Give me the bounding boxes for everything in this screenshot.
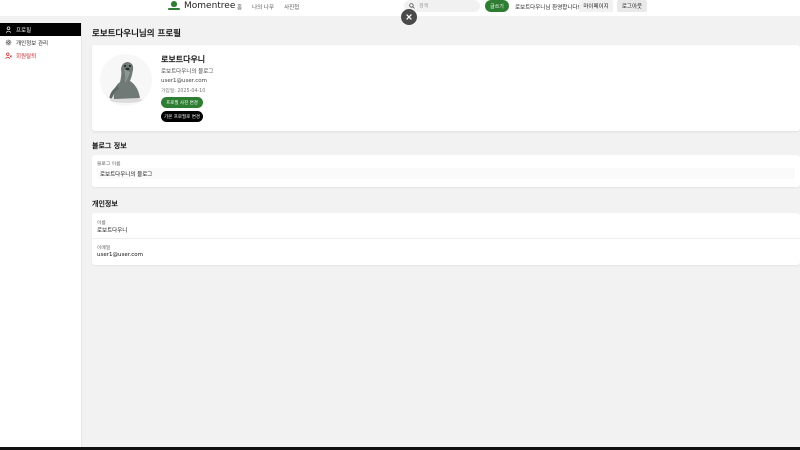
divider	[92, 238, 800, 239]
main-nav: 홈 나의 나무 사진첩	[237, 3, 299, 11]
name-value: 로보트다우니	[97, 228, 128, 234]
welcome-text: 로보트다우니님 환영합니다!	[515, 5, 580, 11]
close-icon	[406, 14, 412, 20]
profile-email: user1@user.com	[161, 78, 207, 84]
nav-item-home[interactable]: 홈	[237, 3, 242, 11]
name-label: 이름	[97, 221, 106, 226]
blog-name-input[interactable]	[97, 168, 795, 179]
gear-icon	[5, 39, 12, 46]
email-value: user1@user.com	[97, 252, 143, 258]
nav-item-my-tree[interactable]: 나의 나무	[252, 3, 274, 11]
default-photo-button[interactable]: 기본 프로필로 변경	[161, 111, 203, 122]
tree-logo-icon	[168, 1, 180, 11]
search-box[interactable]	[404, 0, 480, 12]
blog-info-card: 블로그 이름	[92, 155, 800, 187]
user-remove-icon	[5, 52, 12, 59]
profile-blog-name: 로보트다우니의 블로그	[161, 69, 214, 75]
logo-text: Momentree	[184, 1, 236, 11]
logout-button[interactable]: 로그아웃	[617, 0, 647, 12]
user-icon	[5, 26, 12, 33]
sidebar-item-label: 프로필	[16, 27, 32, 34]
sidebar-item-label: 개인정보 관리	[16, 40, 49, 47]
page-title: 로보트다우니님의 프로필	[92, 29, 181, 39]
logo[interactable]: Momentree	[168, 1, 235, 11]
personal-info-card: 이름 로보트다우니 이메일 user1@user.com	[92, 213, 800, 265]
top-header: Momentree 홈 나의 나무 사진첩 글쓰기 로보트다우니님 환영합니다!…	[0, 0, 800, 16]
write-button[interactable]: 글쓰기	[485, 0, 509, 12]
main-content: 로보트다우니님의 프로필 로보트다우니 로보트다우니의 블로그 user1@us…	[82, 16, 800, 450]
profile-name: 로보트다우니	[161, 55, 206, 64]
nav-item-album[interactable]: 사진첩	[284, 3, 299, 11]
seal-avatar-icon	[109, 62, 142, 103]
change-photo-button[interactable]: 프로필 사진 변경	[161, 97, 203, 108]
close-button[interactable]	[401, 9, 417, 25]
search-input[interactable]	[419, 3, 474, 9]
blog-section-title: 블로그 정보	[92, 142, 127, 150]
email-label: 이메일	[97, 246, 111, 251]
avatar	[100, 54, 152, 106]
profile-card: 로보트다우니 로보트다우니의 블로그 user1@user.com 가입일: 2…	[92, 45, 800, 131]
mypage-button[interactable]: 마이페이지	[579, 0, 613, 12]
sidebar-item-profile[interactable]: 프로필	[0, 23, 81, 36]
blog-name-label: 블로그 이름	[97, 162, 121, 167]
sidebar-item-label: 회원탈퇴	[16, 53, 37, 60]
personal-section-title: 개인정보	[92, 200, 118, 208]
profile-joined-date: 가입일: 2025-04-10	[161, 89, 206, 94]
sidebar-item-privacy[interactable]: 개인정보 관리	[0, 36, 81, 49]
sidebar: 프로필 개인정보 관리 회원탈퇴	[0, 23, 82, 450]
sidebar-item-withdraw[interactable]: 회원탈퇴	[0, 49, 81, 62]
